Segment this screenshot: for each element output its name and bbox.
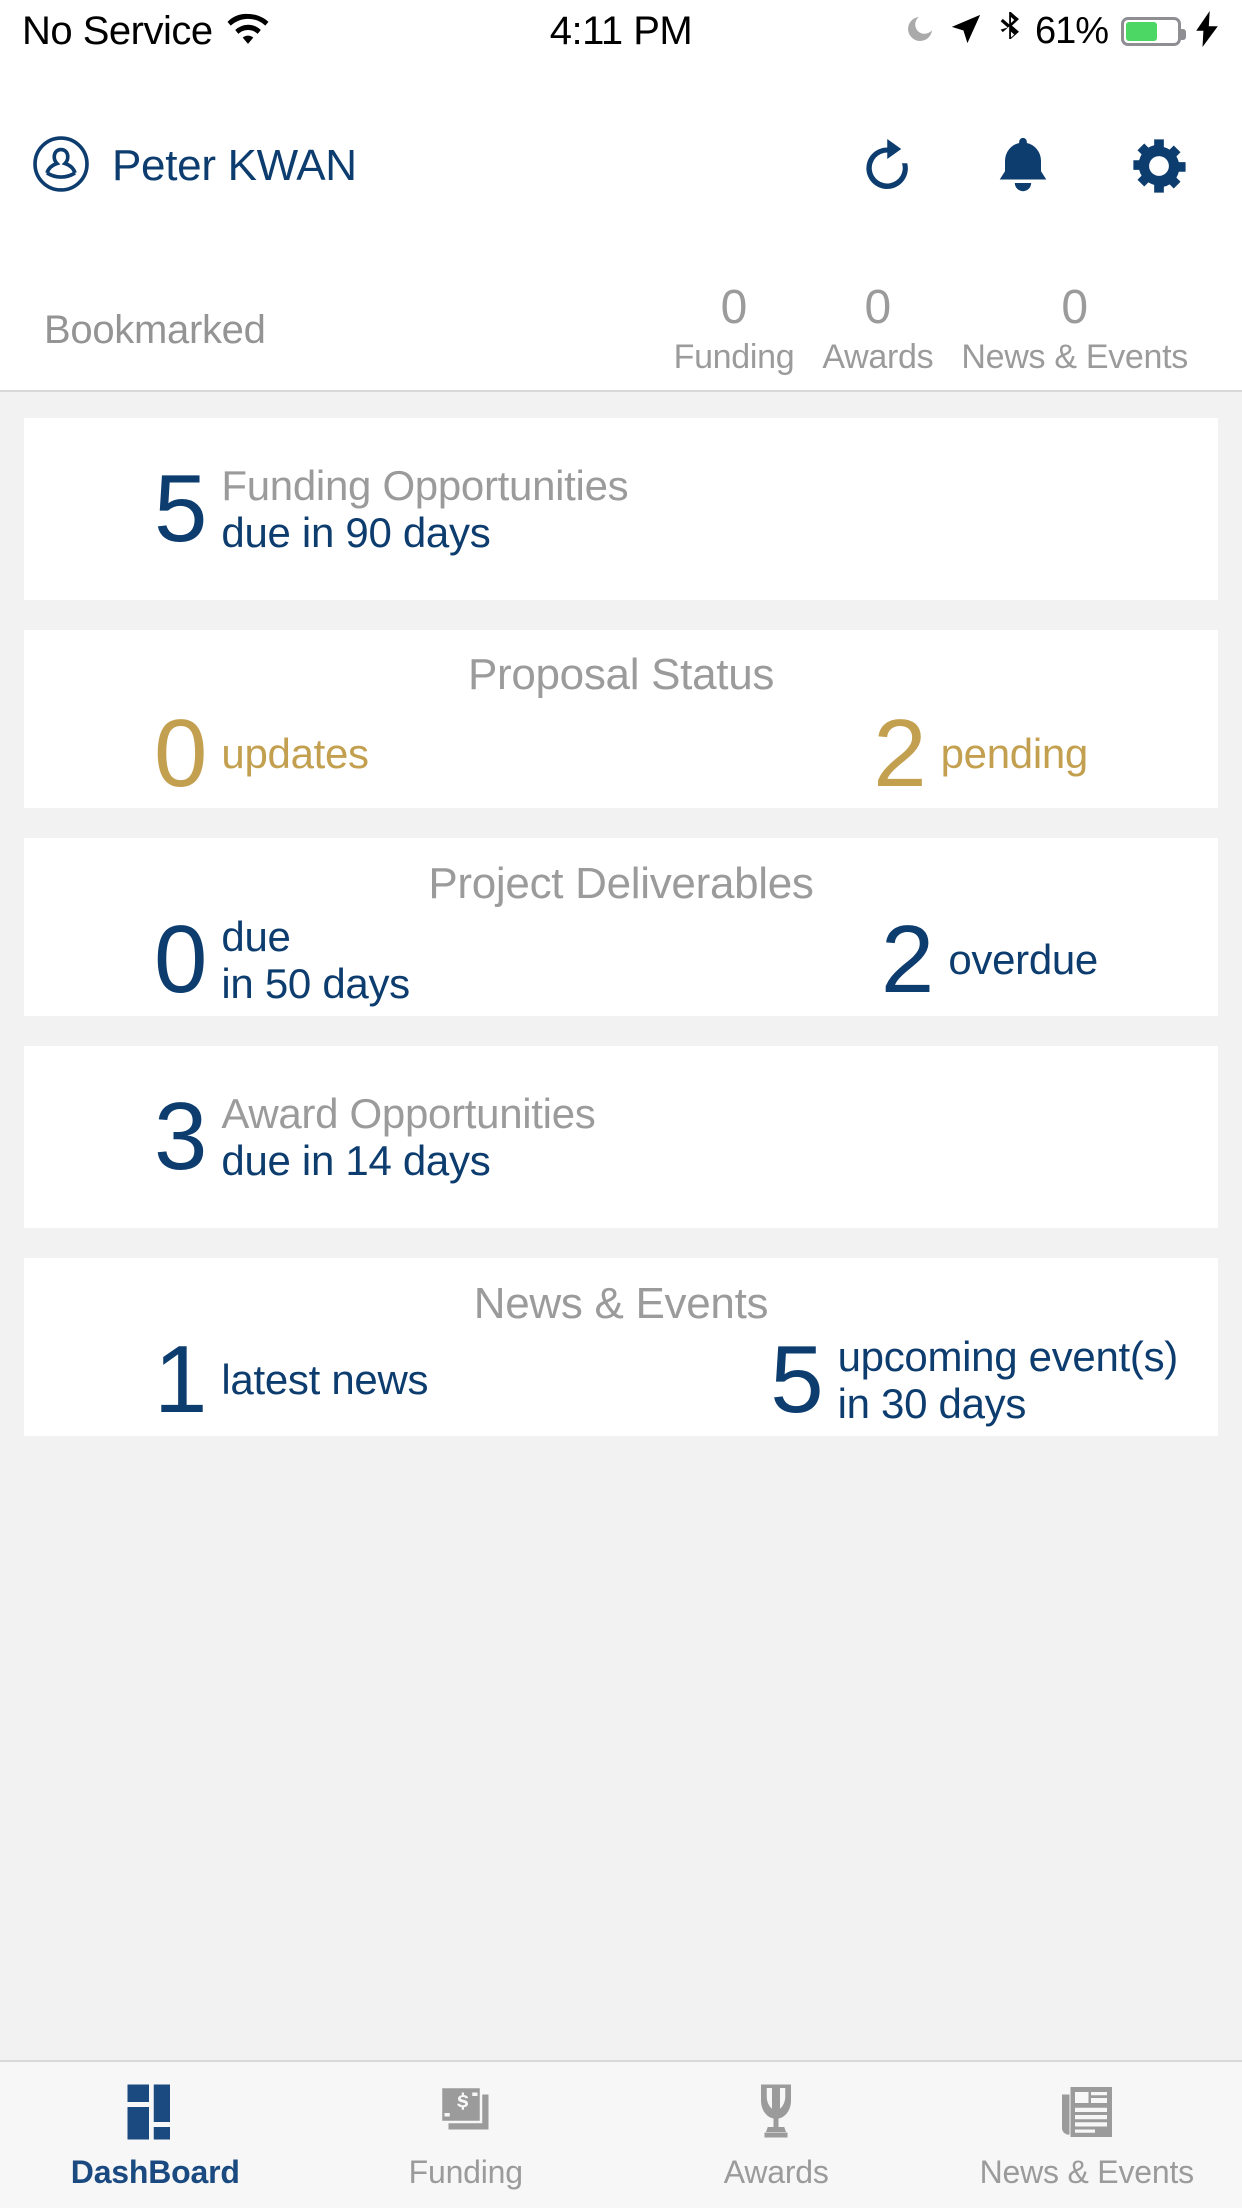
metric-label: Funding Opportunities due in 90 days	[221, 462, 628, 556]
metric-label-top: upcoming event(s)	[837, 1332, 1179, 1380]
metric-label-bottom: due in 14 days	[221, 1137, 491, 1184]
metric-deliverables-due: 0 due in 50 days	[154, 906, 410, 1014]
refresh-icon[interactable]	[856, 136, 916, 196]
metric-label: upcoming event(s) in 30 days	[837, 1332, 1179, 1427]
metric-value: 3	[154, 1083, 207, 1191]
tab-dashboard[interactable]: DashBoard	[0, 2080, 311, 2191]
tab-news-events[interactable]: News & Events	[932, 2080, 1242, 2191]
metric-proposal-pending: 2 pending	[873, 700, 1089, 808]
card-proposal-status[interactable]: Proposal Status 0 updates 2 pending	[24, 630, 1218, 808]
card-title: News & Events	[473, 1278, 769, 1328]
status-bar: No Service 4:11 PM 61%	[0, 0, 1242, 62]
metric-value: 5	[154, 455, 207, 563]
lightning-bolt-icon	[1194, 10, 1220, 52]
tab-label: DashBoard	[70, 2153, 240, 2190]
dashboard-cards: 5 Funding Opportunities due in 90 days P…	[0, 392, 1242, 1436]
bookmark-count: 0	[720, 281, 748, 335]
metric-row: 5 Funding Opportunities due in 90 days	[24, 455, 1218, 563]
bottom-tab-bar: DashBoard Funding Awards News & Events	[0, 2060, 1242, 2208]
metric-label: pending	[940, 730, 1089, 778]
metric-label: due in 50 days	[221, 912, 410, 1007]
dashboard-grid-icon	[125, 2080, 185, 2142]
metric-label: updates	[221, 730, 369, 778]
metric-label-top: due	[221, 912, 291, 960]
metric-value: 5	[770, 1326, 823, 1434]
metric-value: 0	[154, 906, 207, 1014]
wifi-icon	[227, 13, 269, 50]
card-title: Project Deliverables	[428, 858, 814, 908]
gear-icon[interactable]	[1130, 137, 1188, 195]
header-actions	[856, 136, 1206, 196]
metric-row: 1 latest news 5 upcoming event(s) in 30 …	[24, 1326, 1218, 1434]
bookmarked-label: Bookmarked	[44, 307, 266, 352]
user-profile-button[interactable]: Peter KWAN	[32, 135, 357, 198]
user-circle-icon	[32, 135, 90, 198]
tab-label: Funding	[408, 2153, 523, 2190]
clock-label: 4:11 PM	[549, 8, 693, 53]
bookmark-stats: 0 Funding 0 Awards 0 News & Events	[660, 281, 1202, 376]
bookmark-count: 0	[1061, 281, 1089, 335]
status-bar-right: 61%	[904, 10, 1220, 53]
card-news-events[interactable]: News & Events 1 latest news 5 upcoming e…	[24, 1258, 1218, 1436]
bookmark-caption: News & Events	[961, 337, 1188, 376]
bell-icon[interactable]	[994, 136, 1052, 196]
moon-icon	[904, 13, 936, 50]
metric-label: latest news	[221, 1356, 429, 1404]
bookmark-count: 0	[864, 281, 892, 335]
tab-label: News & Events	[979, 2153, 1195, 2190]
metric-label-bottom: due in 90 days	[221, 509, 491, 556]
bookmark-caption: Awards	[822, 337, 934, 376]
carrier-label: No Service	[22, 8, 213, 53]
metric-label: Award Opportunities due in 14 days	[221, 1090, 595, 1184]
metric-value: 0	[154, 700, 207, 808]
bluetooth-icon	[996, 11, 1022, 52]
metric-row: 3 Award Opportunities due in 14 days	[24, 1083, 1218, 1191]
metric-value: 2	[873, 700, 926, 808]
bookmark-stat-awards[interactable]: 0 Awards	[808, 281, 947, 376]
bookmark-caption: Funding	[673, 337, 795, 376]
status-bar-left: No Service	[22, 9, 269, 54]
user-name-label: Peter KWAN	[112, 141, 357, 190]
metric-funding-due: 5 Funding Opportunities due in 90 days	[154, 455, 629, 563]
metric-latest-news: 1 latest news	[154, 1326, 429, 1434]
metric-upcoming-events: 5 upcoming event(s) in 30 days	[770, 1326, 1179, 1434]
card-award-opportunities[interactable]: 3 Award Opportunities due in 14 days	[24, 1046, 1218, 1228]
metric-label-top: Funding Opportunities	[221, 461, 629, 509]
battery-icon	[1121, 16, 1186, 46]
tab-awards[interactable]: Awards	[621, 2080, 932, 2191]
bookmark-bar: Bookmarked 0 Funding 0 Awards 0 News & E…	[0, 270, 1242, 392]
metric-award-due: 3 Award Opportunities due in 14 days	[154, 1083, 596, 1191]
money-document-icon	[436, 2080, 496, 2142]
metric-proposal-updates: 0 updates	[154, 700, 369, 808]
bookmark-stat-funding[interactable]: 0 Funding	[660, 281, 809, 376]
metric-row: 0 due in 50 days 2 overdue	[24, 906, 1218, 1014]
bookmark-stat-news-events[interactable]: 0 News & Events	[947, 281, 1202, 376]
metric-label-top: Award Opportunities	[221, 1089, 596, 1137]
metric-deliverables-overdue: 2 overdue	[880, 906, 1098, 1014]
metric-label: overdue	[948, 936, 1098, 984]
metric-value: 2	[880, 906, 934, 1014]
metric-value: 1	[154, 1326, 207, 1434]
card-funding-opportunities[interactable]: 5 Funding Opportunities due in 90 days	[24, 418, 1218, 600]
metric-label-bottom: in 30 days	[837, 1380, 1027, 1427]
metric-label-bottom: in 50 days	[221, 960, 410, 1007]
battery-percent-label: 61%	[1034, 9, 1109, 52]
newspaper-icon	[1057, 2080, 1117, 2142]
metric-row: 0 updates 2 pending	[24, 700, 1218, 808]
app-header: Peter KWAN	[0, 62, 1242, 270]
card-title: Proposal Status	[467, 650, 775, 700]
tab-funding[interactable]: Funding	[311, 2080, 622, 2191]
location-arrow-icon	[949, 12, 983, 51]
card-project-deliverables[interactable]: Project Deliverables 0 due in 50 days 2 …	[24, 838, 1218, 1016]
tab-label: Awards	[723, 2153, 829, 2190]
trophy-icon	[746, 2080, 806, 2142]
